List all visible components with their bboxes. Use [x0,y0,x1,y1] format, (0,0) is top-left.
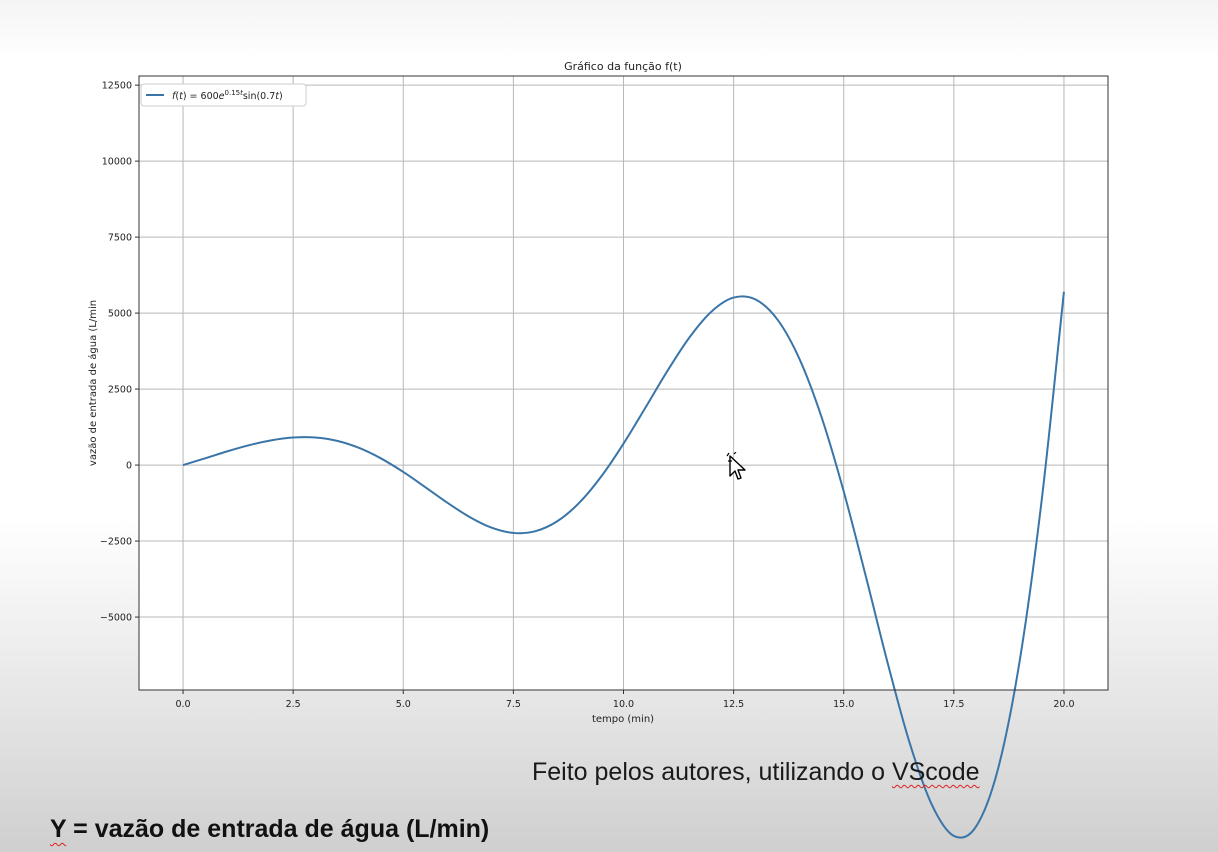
y-tick-label: 7500 [108,233,132,244]
x-tick-label: 12.5 [723,699,744,710]
x-tick-label: 20.0 [1053,699,1074,710]
source-caption: Feito pelos autores, utilizando o VScode [532,758,980,787]
y-tick-label: −5000 [100,613,132,624]
chart: 0.0 2.5 5.0 7.5 10.0 12.5 15.0 17.5 20.0 12500 100… [87,60,1109,839]
x-tick-label: 17.5 [943,699,964,710]
y-tick-label: 0 [126,461,132,472]
y-axis-label: vazão de entrada de água (L/min [87,300,99,466]
mouse-cursor-icon [726,452,746,480]
caption-text: Feito pelos autores, utilizando o [532,758,892,786]
x-tick-label: 0.0 [175,699,190,710]
caption-tool-name: VScode [891,758,980,786]
y-tick-label: 12500 [102,81,132,92]
x-tick-label: 5.0 [396,699,411,710]
x-tick-label: 10.0 [613,699,634,710]
y-tick-label: 10000 [102,157,132,168]
y-tick-label: 5000 [108,309,132,320]
x-tick-label: 2.5 [286,699,301,710]
variable-description: = vazão de entrada de água (L/min) [66,815,490,843]
variable-definition: Y = vazão de entrada de água (L/min) [50,815,489,844]
y-tick-label: −2500 [100,537,132,548]
y-tick-label: 2500 [108,385,132,396]
variable-symbol: Y [50,815,67,843]
x-axis-label: tempo (min) [592,714,654,725]
legend: f(t) = 600e0.15tsin(0.7t) [140,83,307,107]
x-tick-label: 15.0 [833,699,854,710]
chart-title: Gráfico da função f(t) [564,60,682,73]
x-tick-label: 7.5 [506,699,521,710]
